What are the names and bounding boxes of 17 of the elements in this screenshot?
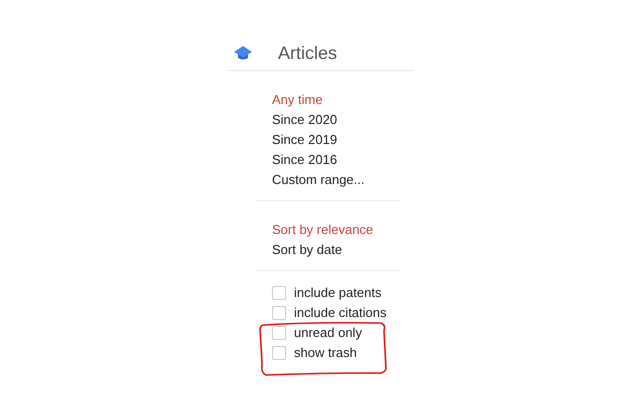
- time-filter-link[interactable]: Any time: [272, 90, 414, 110]
- time-filter-link[interactable]: Since 2020: [272, 110, 414, 130]
- time-filter-link[interactable]: Since 2016: [272, 150, 414, 170]
- checkbox-label: show trash: [294, 344, 357, 362]
- time-filter-link[interactable]: Since 2019: [272, 130, 414, 150]
- checkbox[interactable]: [272, 346, 286, 360]
- sort-option-link[interactable]: Sort by relevance: [272, 220, 414, 240]
- checkbox-label: include patents: [294, 284, 382, 302]
- checkbox-label: include citations: [294, 304, 386, 322]
- sort-option-link[interactable]: Sort by date: [272, 240, 414, 260]
- checkbox[interactable]: [272, 326, 286, 340]
- checkbox-label: unread only: [294, 324, 362, 342]
- checkbox[interactable]: [272, 286, 286, 300]
- page-title: Articles: [278, 42, 338, 64]
- time-filter-link[interactable]: Custom range...: [272, 170, 414, 190]
- checkbox[interactable]: [272, 306, 286, 320]
- scholar-cap-icon: [234, 46, 252, 60]
